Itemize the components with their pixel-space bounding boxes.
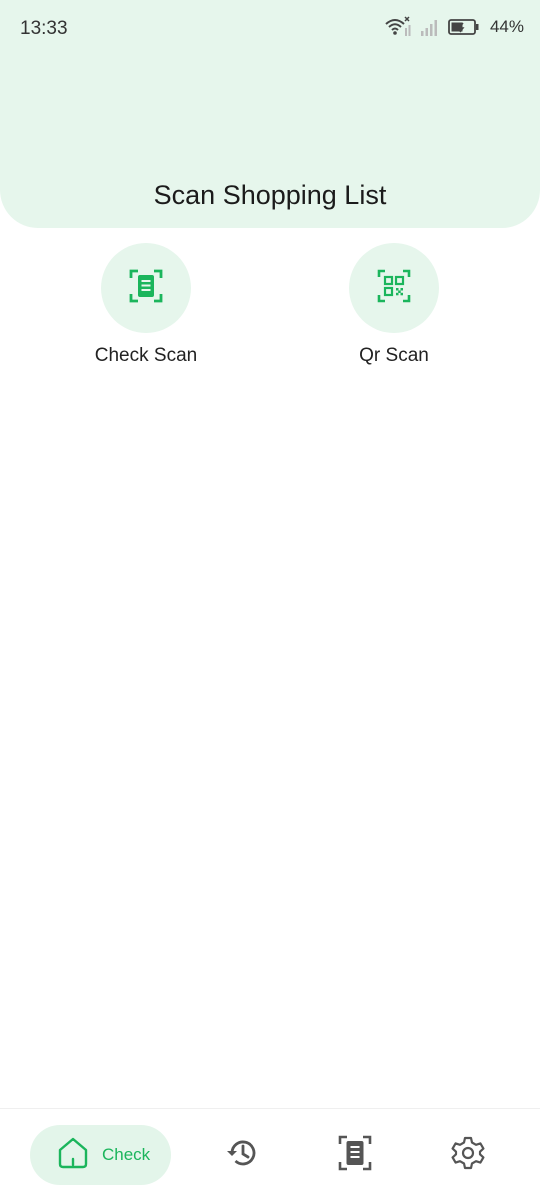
qr-scan-icon-circle[interactable] [349, 243, 439, 333]
check-scan-icon-circle[interactable] [101, 243, 191, 333]
header: Scan Shopping List [0, 48, 540, 228]
qr-scan-label: Qr Scan [359, 345, 429, 366]
battery-icon [448, 17, 480, 37]
qr-code-icon [377, 269, 411, 308]
qr-scan-button[interactable]: Qr Scan [314, 243, 474, 367]
history-icon [224, 1135, 260, 1176]
nav-item-scan[interactable] [335, 1135, 375, 1175]
nav-item-check-label: Check [102, 1145, 151, 1164]
document-scan-icon [129, 269, 163, 308]
status-time: 13:33 [20, 18, 68, 39]
wifi-icon [384, 16, 412, 38]
battery-percentage: 44% [489, 17, 524, 36]
bottom-navigation: Check [0, 1108, 540, 1200]
gear-icon [450, 1135, 486, 1176]
status-icons: 44% [384, 16, 524, 38]
page-title: Scan Shopping List [153, 180, 387, 210]
status-bar: 13:33 44% [0, 0, 540, 48]
nav-item-history[interactable] [222, 1135, 262, 1175]
home-icon [56, 1136, 90, 1175]
check-scan-label: Check Scan [94, 345, 198, 366]
nav-item-settings[interactable] [448, 1135, 488, 1175]
document-scan-icon [338, 1135, 372, 1176]
nav-item-check[interactable]: Check [30, 1125, 171, 1185]
mobile-signal-icon [420, 17, 440, 37]
check-scan-button[interactable]: Check Scan [66, 243, 226, 367]
